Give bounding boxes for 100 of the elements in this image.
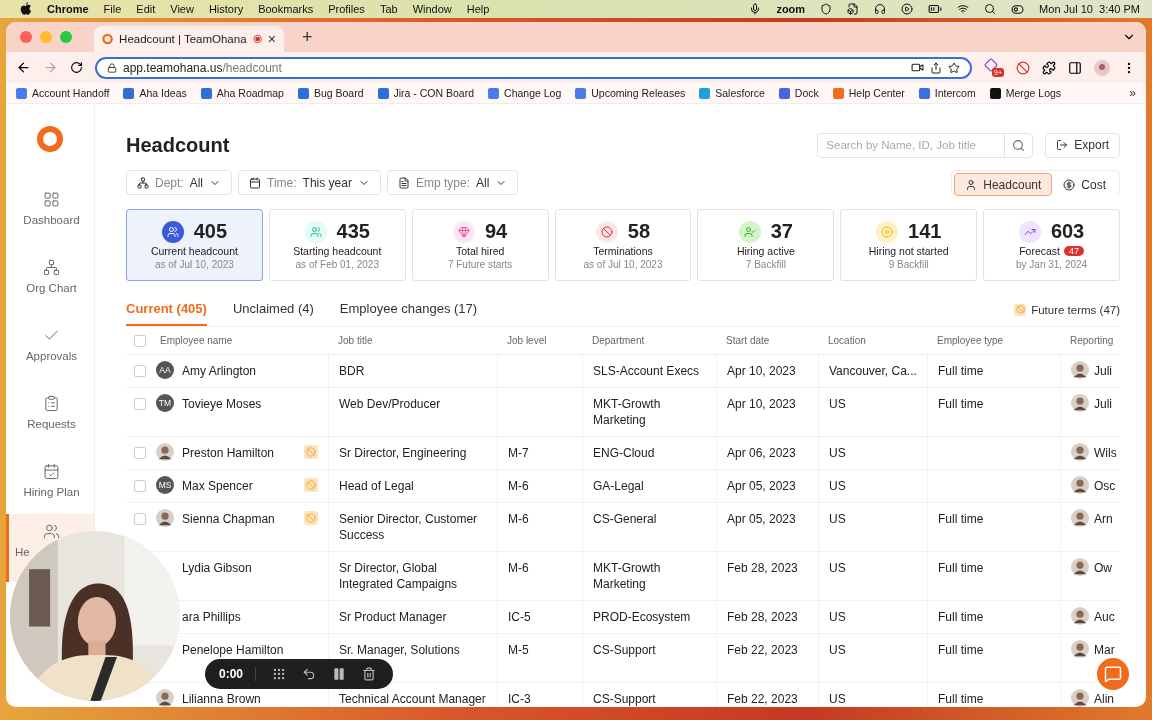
checkbox[interactable] <box>134 447 146 459</box>
calendar-icon <box>249 176 262 189</box>
checkbox[interactable] <box>134 398 146 410</box>
menu-item[interactable]: File <box>103 3 122 15</box>
microphone-icon[interactable] <box>749 3 762 15</box>
column-header[interactable]: Job level <box>497 335 582 346</box>
stat-card[interactable]: 435 Starting headcount as of Feb 01, 2023 <box>268 209 406 281</box>
sidebar-item[interactable]: Approvals <box>6 310 94 378</box>
app-icon[interactable] <box>847 3 860 15</box>
close-tab-button[interactable]: × <box>267 32 276 46</box>
export-button[interactable]: Export <box>1045 132 1120 158</box>
search-box[interactable]: Search by Name, ID, Job title <box>817 132 1034 158</box>
bookmark[interactable]: Upcoming Releases <box>575 87 686 99</box>
stat-card[interactable]: 141 Hiring not started 9 Backfill <box>840 209 978 281</box>
tab[interactable]: Unclaimed (4) <box>232 293 314 326</box>
battery-icon[interactable] <box>928 2 943 16</box>
menu-item[interactable]: View <box>170 3 194 15</box>
stat-card[interactable]: 37 Hiring active 7 Backfill <box>697 209 835 281</box>
bookmark[interactable]: Intercom <box>918 87 976 99</box>
checkbox[interactable] <box>134 480 146 492</box>
trash-icon[interactable] <box>362 667 377 681</box>
bookmark[interactable]: Salesforce <box>699 87 765 99</box>
pause-icon[interactable] <box>332 667 347 681</box>
extensions-icon[interactable] <box>1042 60 1056 75</box>
filter-dropdown[interactable]: Time: This year <box>238 170 381 195</box>
wifi-icon[interactable] <box>957 3 970 15</box>
sidebar-item[interactable]: Hiring Plan <box>6 446 94 514</box>
table-cell: Osc <box>1094 478 1116 494</box>
more-bookmarks-button[interactable]: » <box>1129 87 1136 99</box>
column-header[interactable]: Location <box>818 335 927 346</box>
menu-item[interactable]: Window <box>412 3 452 15</box>
share-icon[interactable] <box>930 61 942 74</box>
menu-item[interactable]: History <box>208 3 244 15</box>
column-header[interactable]: Job title <box>328 335 497 346</box>
side-panel-icon[interactable] <box>1068 60 1082 75</box>
back-icon[interactable] <box>16 60 31 75</box>
table-cell: Vancouver, Ca... <box>829 363 917 379</box>
filter-dropdown[interactable]: Emp type: All <box>386 170 519 195</box>
address-bar[interactable]: app.teamohana.us/headcount <box>95 56 972 79</box>
menu-item[interactable]: Tab <box>379 3 398 15</box>
play-icon[interactable] <box>901 3 914 15</box>
dollar-icon <box>1063 178 1076 191</box>
menu-item[interactable]: Help <box>466 3 490 15</box>
sidebar-item[interactable]: Org Chart <box>6 242 94 310</box>
camera-icon[interactable] <box>911 61 924 74</box>
ban-icon[interactable] <box>1016 60 1030 75</box>
menu-item[interactable]: Bookmarks <box>258 3 314 15</box>
bookmark[interactable]: Aha Roadmap <box>200 87 284 99</box>
avatar: AA <box>156 361 174 379</box>
menu-item[interactable]: Edit <box>136 3 156 15</box>
bookmark[interactable]: Account Handoff <box>16 87 110 99</box>
column-header[interactable]: Department <box>582 335 716 346</box>
star-icon[interactable] <box>948 61 960 74</box>
checkbox[interactable] <box>134 513 146 525</box>
search-icon[interactable] <box>1012 138 1026 152</box>
stat-value: 141 <box>908 220 942 243</box>
table-cell: ENG-Cloud <box>593 445 655 461</box>
bookmark[interactable]: Bug Board <box>297 87 364 99</box>
view-toggle[interactable]: Headcount <box>954 173 1053 196</box>
future-terms-button[interactable]: Future terms (47) <box>1014 293 1120 326</box>
search-icon[interactable] <box>984 3 997 15</box>
checkbox[interactable] <box>134 334 146 347</box>
column-header[interactable]: Start date <box>716 335 818 346</box>
bookmark[interactable]: Jira - CON Board <box>377 87 475 99</box>
table-cell: Penelope Hamilton <box>182 642 284 658</box>
list-icon <box>43 394 60 412</box>
undo-icon[interactable] <box>302 667 317 681</box>
column-header[interactable]: Employee type <box>927 335 1060 346</box>
shield-icon[interactable] <box>820 3 833 15</box>
new-tab-button[interactable]: + <box>302 28 313 46</box>
sidebar-item[interactable]: Dashboard <box>6 174 94 242</box>
headphones-icon[interactable] <box>874 3 887 15</box>
stat-card[interactable]: 405 Current headcount as of Jul 10, 2023 <box>126 209 263 281</box>
sidebar-item[interactable]: Requests <box>6 378 94 446</box>
checkbox[interactable] <box>134 365 146 377</box>
bookmark[interactable]: Help Center <box>832 87 905 99</box>
browser-tab[interactable]: Headcount | TeamOhana × <box>94 26 284 52</box>
stat-card[interactable]: 94 Total hired 7 Future starts <box>411 209 549 281</box>
column-header[interactable]: Employee name <box>150 335 328 346</box>
avatar <box>1071 689 1089 707</box>
menu-item[interactable]: Profiles <box>328 3 365 15</box>
menu-extra[interactable]: zoom <box>776 3 806 15</box>
profile-avatar[interactable] <box>1094 59 1110 76</box>
column-header[interactable]: Reporting <box>1060 335 1120 346</box>
menu-item[interactable]: Chrome <box>47 3 89 15</box>
stat-card[interactable]: 58 Terminations as of Jul 10, 2023 <box>554 209 692 281</box>
bookmark[interactable]: Merge Logs <box>989 87 1062 99</box>
stat-card[interactable]: 603 Forecast 47 by Jan 31, 2024 <box>983 209 1120 281</box>
bookmark[interactable]: Aha Ideas <box>123 87 187 99</box>
apple-icon[interactable] <box>20 2 32 16</box>
bookmark[interactable]: Change Log <box>488 87 562 99</box>
stat-caption: 9 Backfill <box>888 259 929 270</box>
table-cell: Full time <box>938 363 984 379</box>
reload-icon[interactable] <box>70 61 83 74</box>
table-cell: US <box>829 478 846 494</box>
toggle-icon[interactable] <box>1011 2 1025 16</box>
filter-dropdown[interactable]: Dept: All <box>126 170 233 195</box>
tab[interactable]: Employee changes (17) <box>339 293 478 326</box>
bookmark[interactable]: Dock <box>778 87 819 99</box>
grip-icon[interactable] <box>272 667 287 681</box>
